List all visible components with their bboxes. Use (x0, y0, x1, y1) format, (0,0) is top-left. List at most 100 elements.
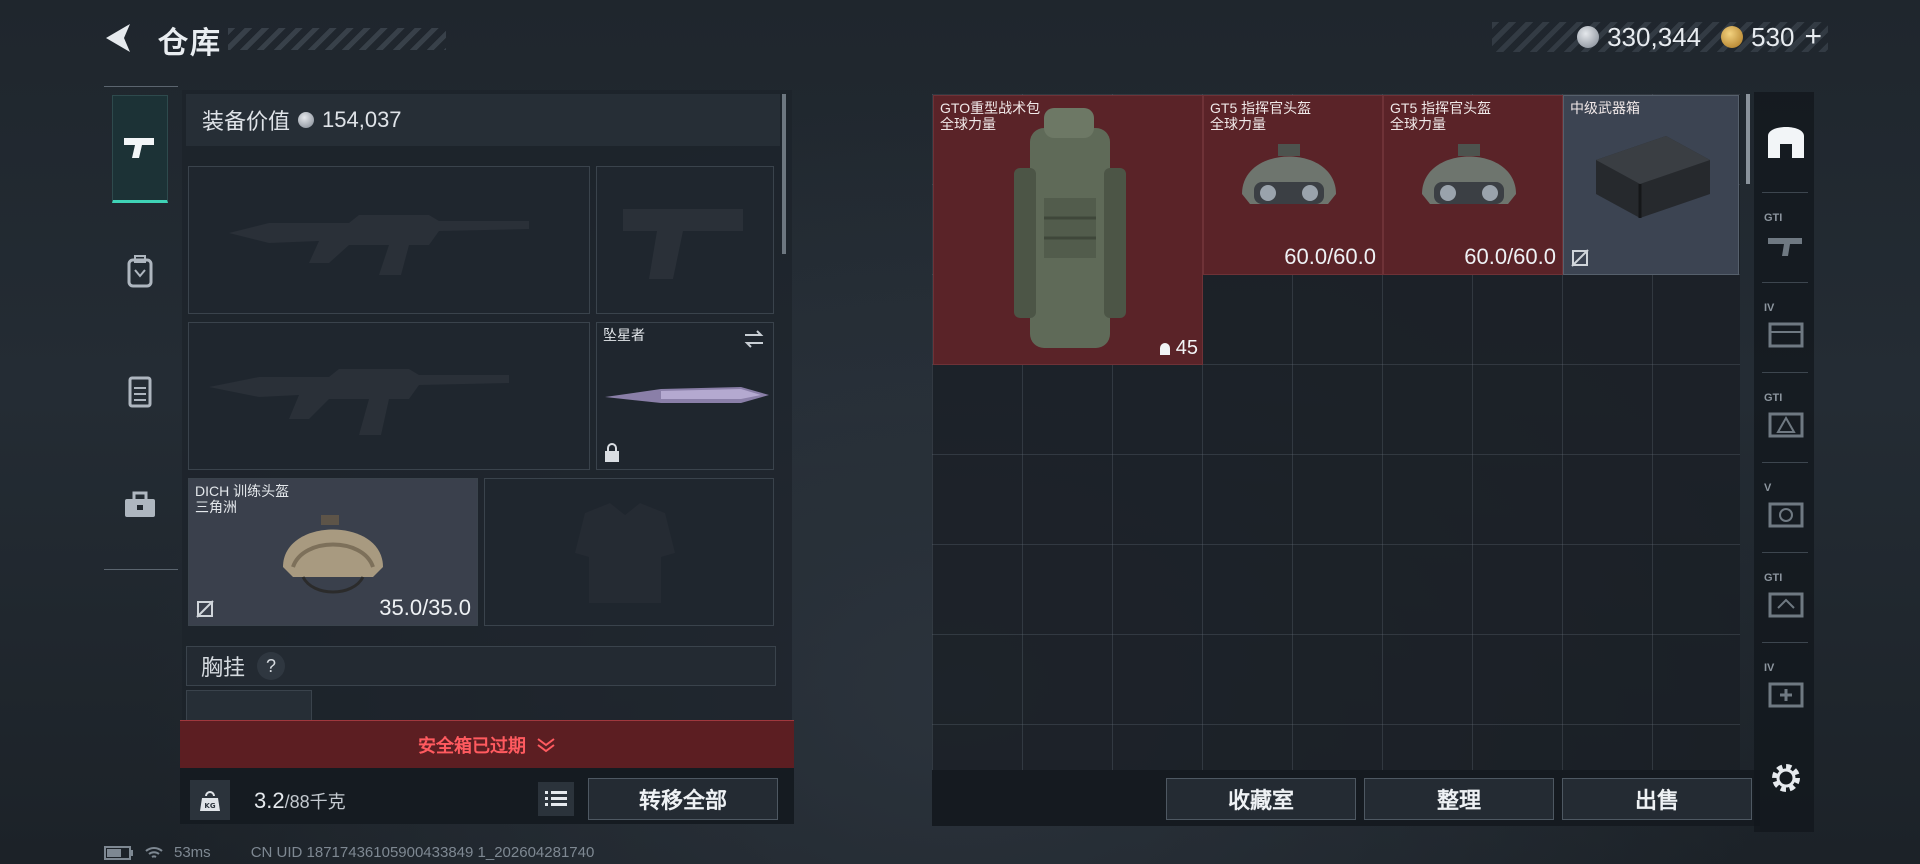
filter-cases[interactable]: IV (1762, 298, 1808, 358)
item-name: GT5 指挥官头盔 全球力量 (1210, 100, 1311, 132)
storage-item-backpack[interactable]: GTO重型战术包 全球力量 45 (933, 95, 1203, 365)
filter-tier-label: GTI (1764, 392, 1783, 404)
weapon-crate-icon (1596, 136, 1710, 218)
category-backpack[interactable] (112, 217, 168, 325)
storage-item-helmet[interactable]: GT5 指挥官头盔 全球力量 60.0/60.0 (1203, 95, 1383, 275)
safebox-warning-text: 安全箱已过期 (418, 735, 526, 756)
gear-box-filter-icon (1768, 592, 1804, 618)
gold-coin-icon (1721, 26, 1744, 48)
equipment-value-label: 装备价值 (202, 109, 291, 134)
item-name: GT5 指挥官头盔 全球力量 (1390, 100, 1491, 132)
transfer-all-button[interactable]: 转移全部 (588, 778, 778, 820)
organize-button[interactable]: 整理 (1364, 778, 1554, 820)
weight-max: /88千克 (284, 792, 346, 812)
helmet-faction: 三角洲 (195, 499, 237, 515)
item-name-text: GT5 指挥官头盔 (1390, 100, 1492, 116)
status-bar: 53ms CN UID 18717436105900433849 1_20260… (104, 844, 594, 861)
storage-filter-icon (1768, 127, 1804, 158)
gear-icon (1772, 764, 1800, 792)
gold-currency-value: 530 (1751, 21, 1795, 52)
medkit-filter-icon (1768, 682, 1804, 708)
filter-tier-label: GTI (1764, 212, 1783, 224)
knife-icon (605, 387, 769, 403)
chest-rig-header: 胸挂 ? (186, 646, 776, 686)
chevron-down-icon (537, 737, 555, 752)
armor-silhouette-icon (575, 503, 675, 603)
back-button[interactable] (100, 18, 140, 58)
secondary-weapon-slot[interactable] (188, 322, 590, 470)
item-count: 45 (1158, 337, 1198, 360)
silver-currency-value: 330,344 (1607, 21, 1702, 52)
item-faction: 全球力量 (940, 116, 996, 132)
filter-divider (1762, 192, 1808, 193)
filter-tier-label: V (1764, 482, 1772, 494)
pistol-icon (124, 138, 154, 158)
helmet-durability: 35.0/35.0 (379, 595, 471, 620)
kettlebell-icon: KG (200, 791, 220, 811)
equipment-scrollbar[interactable] (782, 94, 786, 254)
page-title: 仓库 (158, 27, 222, 60)
chest-rig-label: 胸挂 (201, 655, 246, 680)
unlinked-icon (1571, 249, 1589, 267)
safebox-expired-banner[interactable]: 安全箱已过期 (180, 720, 794, 768)
tactical-backpack-icon (1014, 108, 1126, 348)
filter-all-storage[interactable] (1762, 114, 1808, 174)
category-weapons[interactable] (112, 95, 168, 203)
category-vest[interactable] (112, 337, 168, 445)
item-name-text: GT5 指挥官头盔 (1210, 100, 1312, 116)
pistol-silhouette-icon (623, 209, 743, 279)
filter-tier-label: IV (1764, 302, 1775, 314)
filter-target[interactable]: V (1762, 478, 1808, 538)
case-filter-icon (1768, 322, 1804, 348)
sell-button[interactable]: 出售 (1562, 778, 1752, 820)
storage-item-weapon-crate[interactable]: 中级武器箱 (1563, 95, 1739, 275)
filter-divider (1762, 372, 1808, 373)
storage-scrollbar[interactable] (1746, 94, 1750, 184)
weight-readout: 3.2/88千克 (254, 788, 346, 814)
weight-icon: KG (190, 780, 230, 820)
collection-room-button[interactable]: 收藏室 (1166, 778, 1356, 820)
title-decoration (228, 28, 446, 50)
item-count-value: 45 (1175, 337, 1198, 359)
item-durability: 60.0/60.0 (1284, 244, 1376, 269)
storage-item-helmet[interactable]: GT5 指挥官头盔 全球力量 60.0/60.0 (1383, 95, 1563, 275)
target-filter-icon (1768, 502, 1804, 528)
wifi-icon (145, 846, 163, 858)
list-view-button[interactable] (538, 782, 574, 816)
settings-button[interactable] (1762, 752, 1808, 812)
rifle-silhouette-icon (229, 215, 529, 275)
toolbox-icon (125, 491, 155, 517)
add-currency-button[interactable]: + (1804, 20, 1822, 54)
back-arrow-icon (106, 24, 130, 52)
training-helmet-icon (283, 515, 383, 594)
category-nav (104, 86, 178, 570)
help-button[interactable]: ? (257, 652, 286, 680)
equipment-value-bar: 装备价值 154,037 (186, 94, 780, 146)
filter-weapons[interactable]: GTI (1762, 208, 1808, 268)
battery-icon (104, 845, 133, 860)
melee-slot[interactable]: 坠星者 (596, 322, 774, 470)
filter-divider (1762, 462, 1808, 463)
swap-icon[interactable] (743, 329, 765, 349)
list-icon (545, 791, 567, 806)
capacity-icon (1159, 342, 1170, 355)
uid-text: CN UID 18717436105900433849 1_2026042817… (250, 844, 595, 861)
category-toolbox[interactable] (112, 451, 168, 559)
backpack-icon (127, 255, 153, 288)
filter-hazard[interactable]: GTI (1762, 388, 1808, 448)
armor-slot[interactable] (484, 478, 774, 626)
warning-box-filter-icon (1768, 412, 1804, 438)
vest-icon (128, 376, 152, 408)
lock-icon (605, 443, 619, 462)
primary-weapon-slot[interactable] (188, 166, 590, 314)
helmet-slot[interactable]: DICH 训练头盔 三角洲 35.0/35.0 (188, 478, 478, 626)
currency-bar: 330,344 530 + (1492, 20, 1828, 54)
weight-current: 3.2 (254, 788, 285, 813)
kg-label: KG (204, 802, 215, 810)
silver-coin-icon (1577, 26, 1600, 48)
rifle-silhouette-icon (209, 369, 509, 435)
filter-gear[interactable]: GTI (1762, 568, 1808, 628)
sidearm-slot[interactable] (596, 166, 774, 314)
filter-medical[interactable]: IV (1762, 658, 1808, 718)
rifle-filter-icon (1768, 238, 1802, 256)
